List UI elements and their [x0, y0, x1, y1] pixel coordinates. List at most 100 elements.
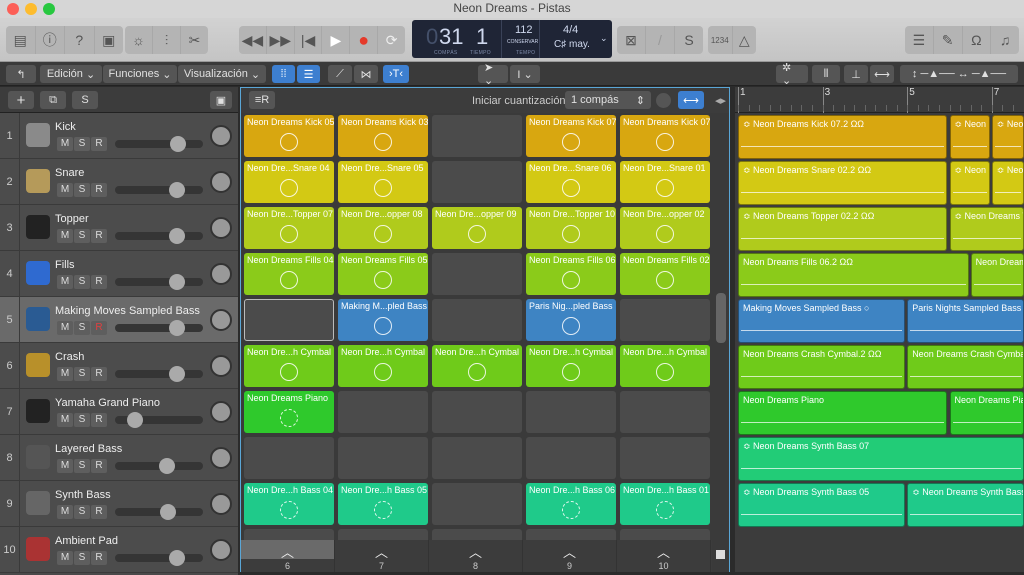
region[interactable]: ≎ Neon Dreams Snare 02.2 ΩΩ — [738, 161, 948, 205]
track-name[interactable]: Fills — [55, 259, 75, 271]
volume-knob[interactable] — [127, 412, 143, 428]
empty-cell[interactable] — [338, 437, 428, 479]
record-enable-button[interactable]: R — [91, 505, 107, 519]
region[interactable]: ≎ Neon Dreams Synth Bass 0 — [907, 483, 1024, 527]
empty-cell[interactable] — [244, 299, 334, 341]
record-toggle[interactable] — [656, 93, 671, 108]
record-enable-button[interactable]: R — [91, 183, 107, 197]
replace-icon[interactable]: ⊠ — [617, 26, 646, 54]
volume-knob[interactable] — [168, 320, 185, 336]
region[interactable]: Paris Nights Sampled Bass — [907, 299, 1024, 343]
region[interactable]: Neon Dreams Fills 06.2 ΩΩ — [738, 253, 969, 297]
track-name[interactable]: Layered Bass — [55, 443, 122, 455]
volume-slider[interactable] — [115, 504, 203, 520]
empty-cell[interactable] — [338, 391, 428, 433]
play-icon[interactable]: ▶ — [322, 26, 351, 54]
clip-cell[interactable]: Neon Dreams Fills 05 — [338, 253, 428, 295]
volume-slider[interactable] — [115, 366, 203, 382]
volume-knob[interactable] — [170, 136, 187, 152]
record-enable-button[interactable]: R — [91, 551, 107, 565]
track-name[interactable]: Crash — [55, 351, 84, 363]
solo-button[interactable]: S — [74, 183, 90, 197]
volume-knob[interactable] — [168, 550, 185, 566]
track-name[interactable]: Topper — [55, 213, 89, 225]
pan-knob[interactable] — [210, 125, 232, 147]
clip-cell[interactable]: Neon Dre...h Cymbal — [338, 345, 428, 387]
empty-cell[interactable] — [620, 299, 710, 341]
track-header[interactable]: 4 Fills M S R — [0, 251, 238, 297]
record-enable-button[interactable]: R — [91, 275, 107, 289]
clip-cell[interactable]: Neon Dre...h Bass 04 — [244, 483, 334, 525]
record-enable-button[interactable]: R — [91, 459, 107, 473]
volume-slider[interactable] — [115, 274, 203, 290]
scene-trigger-button[interactable]: ︿ 6 — [241, 540, 335, 572]
lcd-chevron-icon[interactable]: ⌄ — [600, 33, 608, 44]
track-header[interactable]: 10 Ambient Pad M S R — [0, 527, 238, 573]
toolbar-icon[interactable]: ▣ — [95, 26, 124, 54]
volume-slider[interactable] — [115, 182, 203, 198]
solo-button[interactable]: S — [74, 321, 90, 335]
mute-button[interactable]: M — [57, 321, 73, 335]
solo-button[interactable]: S — [74, 367, 90, 381]
clip-cell[interactable]: Neon Dre...h Cymbal — [244, 345, 334, 387]
region[interactable]: ≎ Neon Dreams Kick 07.2 ΩΩ — [738, 115, 948, 159]
volume-knob[interactable] — [168, 366, 185, 382]
empty-cell[interactable] — [432, 391, 522, 433]
grid-view-icon[interactable]: ⁞⁞ — [272, 65, 295, 83]
split-arrows-icon[interactable]: ◂▸ — [715, 94, 726, 107]
record-enable-button[interactable]: R — [91, 321, 107, 335]
track-header[interactable]: 5 Making Moves Sampled Bass M S R — [0, 297, 238, 343]
empty-cell[interactable] — [620, 391, 710, 433]
region[interactable]: ≎ Neon Dreams Synth Bass 05 — [738, 483, 906, 527]
volume-slider[interactable] — [115, 412, 203, 428]
mixer-icon[interactable]: ⫶ — [153, 26, 181, 54]
solo-button[interactable]: S — [74, 459, 90, 473]
clip-cell[interactable]: Neon Dre...opper 08 — [338, 207, 428, 249]
track-name[interactable]: Snare — [55, 167, 84, 179]
region[interactable]: ≎ Neon Dreams Synth Bass 07 — [738, 437, 1024, 481]
region[interactable]: Neon Dreams Crash Cymbal.2 ΩΩ — [738, 345, 906, 389]
metronome-icon[interactable]: △ — [733, 26, 757, 54]
track-header[interactable]: 9 Synth Bass M S R — [0, 481, 238, 527]
quantize-select[interactable]: 1 compás ⇕ — [565, 91, 651, 109]
track-header[interactable]: 1 Kick M S R — [0, 113, 238, 159]
clip-cell[interactable]: Neon Dreams Kick 07 — [526, 115, 616, 157]
volume-knob[interactable] — [168, 228, 185, 244]
zoom-button[interactable] — [43, 3, 55, 15]
clip-cell[interactable]: Making M...pled Bass — [338, 299, 428, 341]
record-enable-button[interactable]: R — [91, 413, 107, 427]
menu-edicion[interactable]: Edición ⌄ — [40, 65, 102, 83]
track-header[interactable]: 3 Topper M S R — [0, 205, 238, 251]
menu-visualizacion[interactable]: Visualización ⌄ — [178, 65, 266, 83]
empty-cell[interactable] — [432, 253, 522, 295]
region[interactable]: ≎ Neon Dreams T — [949, 207, 1024, 251]
track-options-icon[interactable]: ▣ — [210, 91, 232, 109]
gear-icon[interactable]: ✲ ⌄ — [776, 62, 808, 87]
menu-funciones[interactable]: Funciones ⌄ — [103, 65, 177, 83]
region[interactable]: Neon Dreams Pia — [949, 391, 1024, 435]
mute-button[interactable]: M — [57, 183, 73, 197]
close-button[interactable] — [7, 3, 19, 15]
cycle-icon[interactable]: ⟳ — [378, 26, 405, 54]
empty-cell[interactable] — [526, 437, 616, 479]
volume-knob[interactable] — [168, 274, 185, 290]
volume-slider[interactable] — [115, 458, 203, 474]
mute-button[interactable]: M — [57, 275, 73, 289]
pan-knob[interactable] — [210, 309, 232, 331]
add-track-button[interactable]: + — [8, 91, 34, 109]
volume-slider[interactable] — [115, 550, 203, 566]
clip-cell[interactable]: Neon Dre...Snare 05 — [338, 161, 428, 203]
volume-knob[interactable] — [159, 504, 176, 520]
clip-cell[interactable]: Neon Dre...opper 02 — [620, 207, 710, 249]
solo-button[interactable]: S — [74, 551, 90, 565]
clip-cell[interactable]: Neon Dre...Topper 10 — [526, 207, 616, 249]
region[interactable]: Neon Dreams Piano — [738, 391, 948, 435]
pan-knob[interactable] — [210, 493, 232, 515]
empty-cell[interactable] — [432, 437, 522, 479]
pan-knob[interactable] — [210, 447, 232, 469]
mute-button[interactable]: M — [57, 551, 73, 565]
pointer-tool[interactable]: ➤ ⌄ — [478, 62, 508, 87]
track-name[interactable]: Ambient Pad — [55, 535, 118, 547]
clip-cell[interactable]: Neon Dre...Snare 04 — [244, 161, 334, 203]
scene-trigger-button[interactable]: ︿ 7 — [335, 540, 429, 572]
